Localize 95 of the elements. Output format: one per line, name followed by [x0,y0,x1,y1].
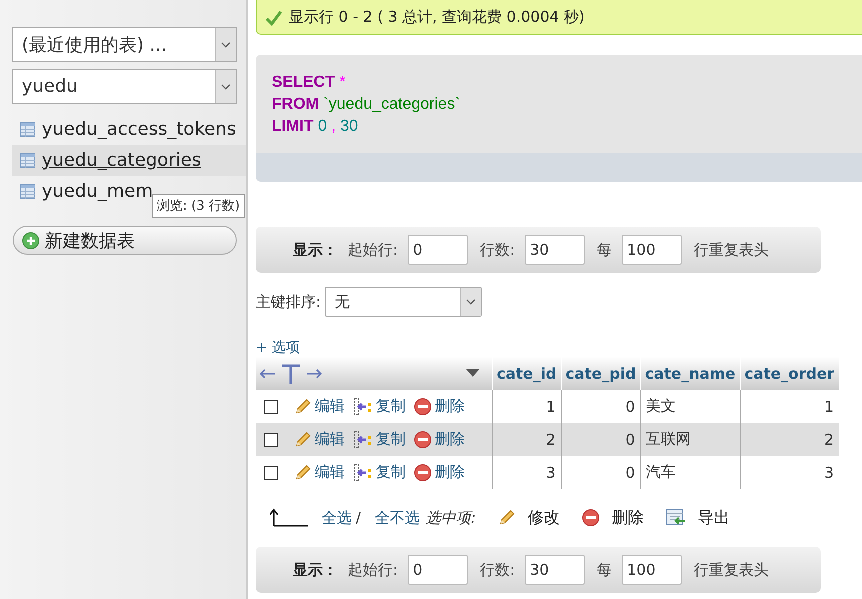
recent-tables-dropdown[interactable]: (最近使用的表) ... [12,27,237,62]
field-label: 起始行: [348,560,398,580]
pencil-icon [498,509,516,527]
delete-icon [582,509,600,527]
sql-token: `yuedu_categories` [324,96,461,113]
input-field[interactable]: 0 [408,555,468,585]
sql-keyword[interactable]: FROM [272,96,320,113]
sql-token: 30 [340,118,358,135]
field-label: 行重复表头 [694,560,770,580]
field-label: 每 [597,560,612,580]
table-icon [20,122,36,138]
table-link[interactable]: yuedu_access_tokens [42,119,236,140]
delete-icon [414,464,432,482]
column-header[interactable]: cate_pid [561,357,641,390]
table-cell: 0 [561,456,641,489]
column-header[interactable]: cate_order [740,357,840,390]
row-action-link[interactable]: 删除 [414,463,465,482]
sql-keyword[interactable]: SELECT [272,74,336,91]
table-icon [20,184,36,200]
table-cell: 2 [740,423,840,456]
bulk-action-button[interactable]: 删除 [582,508,644,528]
input-field[interactable]: 100 [622,555,682,585]
table-icon [20,152,36,168]
row-action-link[interactable]: 编辑 [294,430,345,449]
input-field[interactable]: 30 [525,555,586,585]
plus-icon [22,232,40,250]
table-list-item[interactable]: yuedu_access_tokens [12,114,246,145]
field-label: 行重复表头 [694,240,770,260]
chevron-down-icon [221,84,231,90]
row-action-link[interactable]: 复制 [353,430,406,449]
chevron-down-icon [466,299,476,305]
deselect-all-link[interactable]: 全不选 [375,508,420,528]
bulk-action-button[interactable]: 修改 [498,508,560,528]
table-list-item[interactable]: yuedu_categories [12,145,246,176]
table-cell: 3 [492,456,562,489]
select-arrow-icon [270,508,308,528]
table-cell: 0 [561,423,641,456]
table-cell: 美文 [640,390,740,423]
nav-label: 显示： [293,240,338,260]
delete-icon [414,430,432,448]
field-label: 行数: [480,240,516,260]
copy-icon [353,464,373,482]
sql-keyword[interactable]: LIMIT [272,118,314,135]
row-action-link[interactable]: 删除 [414,397,465,416]
row-action-link[interactable]: 复制 [353,463,406,482]
row-action-link[interactable]: 删除 [414,430,465,449]
sort-caret-icon [466,369,480,378]
pencil-icon [294,464,312,482]
field-label: 每 [597,240,612,260]
database-dropdown[interactable]: yuedu [12,69,237,104]
row-action-link[interactable]: 编辑 [294,397,345,416]
nav-label: 显示： [293,560,338,580]
field-label: 起始行: [348,240,398,260]
column-arrows-icon [260,362,322,384]
sort-label: 主键排序: [256,292,322,312]
table-cell: 0 [561,390,641,423]
new-table-button[interactable]: 新建数据表 [13,226,237,255]
table-cell: 3 [740,456,840,489]
sql-token: 0 [318,118,328,135]
input-field[interactable]: 0 [408,235,468,265]
table-link[interactable]: yuedu_categories [42,150,202,171]
options-link[interactable]: + 选项 [256,339,300,357]
table-cell: 1 [492,390,562,423]
row-action-link[interactable]: 编辑 [294,463,345,482]
copy-icon [353,398,373,416]
sql-token: , [332,118,336,135]
column-header[interactable]: cate_id [492,357,562,390]
table-cell: 互联网 [640,423,740,456]
table-cell: 2 [492,423,562,456]
export-icon [666,509,686,527]
column-header[interactable]: cate_name [640,357,740,390]
row-action-link[interactable]: 复制 [353,397,406,416]
input-field[interactable]: 30 [525,235,586,265]
separator-text: / [356,509,362,527]
table-cell: 1 [740,390,840,423]
pencil-icon [294,430,312,448]
pencil-icon [294,398,312,416]
copy-icon [353,430,373,448]
row-checkbox[interactable] [264,466,278,480]
bulk-action-button[interactable]: 导出 [666,508,730,528]
chevron-down-icon [221,42,231,48]
with-selected-label: 选中项: [426,508,476,528]
checkmark-icon [265,10,283,26]
delete-icon [414,398,432,416]
table-link[interactable]: yuedu_mem [42,181,154,202]
row-checkbox[interactable] [264,400,278,414]
tooltip: 浏览: (3 行数) [152,194,246,218]
table-cell: 汽车 [640,456,740,489]
row-checkbox[interactable] [264,432,278,446]
input-field[interactable]: 100 [622,235,682,265]
message-text: 显示行 0 - 2 ( 3 总计, 查询花费 0.0004 秒) [289,8,585,27]
sort-dropdown[interactable]: 无 [325,287,482,317]
field-label: 行数: [480,560,516,580]
sql-token: * [340,74,346,91]
select-all-link[interactable]: 全选 [322,508,352,528]
